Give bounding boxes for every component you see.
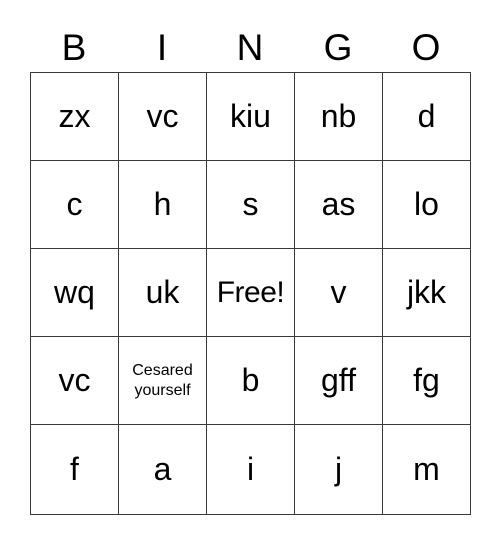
bingo-cell[interactable]: fg <box>383 337 471 425</box>
bingo-cell[interactable]: v <box>295 249 383 337</box>
bingo-cell[interactable]: j <box>295 425 383 515</box>
bingo-cell[interactable]: lo <box>383 161 471 249</box>
bingo-cell-label: i <box>246 450 255 487</box>
bingo-cell-label: Free! <box>216 275 285 309</box>
bingo-cell-label: gff <box>321 361 356 398</box>
bingo-cell[interactable]: gff <box>295 337 383 425</box>
bingo-cell[interactable]: i <box>207 425 295 515</box>
bingo-cell[interactable]: nb <box>295 73 383 161</box>
bingo-cell[interactable]: f <box>31 425 119 515</box>
bingo-cell-label: d <box>417 97 436 134</box>
bingo-cell-label: kiu <box>230 97 271 134</box>
bingo-cell[interactable]: c <box>31 161 119 249</box>
bingo-cell[interactable]: a <box>119 425 207 515</box>
bingo-cell-label: v <box>330 273 347 310</box>
bingo-cell[interactable]: zx <box>31 73 119 161</box>
bingo-card: B I N G O zx vc kiu nb d c h s as lo wq … <box>30 22 471 515</box>
bingo-cell-label: fg <box>413 361 440 398</box>
bingo-row: wq uk Free! v jkk <box>31 249 471 337</box>
bingo-cell-label: nb <box>320 97 357 134</box>
bingo-cell-label: uk <box>145 273 180 310</box>
bingo-cell[interactable]: uk <box>119 249 207 337</box>
bingo-cell[interactable]: m <box>383 425 471 515</box>
bingo-header-letter-g: G <box>323 26 353 68</box>
bingo-cell[interactable]: b <box>207 337 295 425</box>
bingo-cell-label: as <box>321 185 356 222</box>
bingo-cell[interactable]: s <box>207 161 295 249</box>
bingo-cell[interactable]: kiu <box>207 73 295 161</box>
bingo-cell-label: b <box>241 361 260 398</box>
bingo-cell[interactable]: h <box>119 161 207 249</box>
bingo-cell-label: wq <box>54 273 95 310</box>
bingo-row: f a i j m <box>31 425 471 515</box>
bingo-row: zx vc kiu nb d <box>31 73 471 161</box>
bingo-cell[interactable]: vc <box>31 337 119 425</box>
bingo-cell-label: m <box>413 450 440 487</box>
bingo-cell-label: Cesared yourself <box>132 361 193 399</box>
bingo-cell-label: c <box>66 185 83 222</box>
bingo-header-letter-o: O <box>411 26 441 68</box>
bingo-header-row: B I N G O <box>30 22 470 72</box>
bingo-header-letter-n: N <box>236 26 264 68</box>
bingo-row: c h s as lo <box>31 161 471 249</box>
bingo-cell[interactable]: wq <box>31 249 119 337</box>
bingo-cell-label: h <box>153 185 172 222</box>
bingo-cell-label: vc <box>146 97 179 134</box>
bingo-cell-label: vc <box>58 361 91 398</box>
bingo-cell-free[interactable]: Free! <box>207 249 295 337</box>
bingo-cell-label: s <box>242 185 259 222</box>
bingo-cell-label: j <box>334 450 343 487</box>
bingo-cell-label: lo <box>414 185 439 222</box>
bingo-grid: zx vc kiu nb d c h s as lo wq uk Free! v… <box>30 72 471 515</box>
bingo-row: vc Cesared yourself b gff fg <box>31 337 471 425</box>
bingo-cell-label: zx <box>58 97 91 134</box>
bingo-cell-label: jkk <box>406 273 447 310</box>
bingo-header-letter-i: I <box>156 26 168 68</box>
bingo-cell[interactable]: jkk <box>383 249 471 337</box>
bingo-cell-label: a <box>153 450 172 487</box>
bingo-cell[interactable]: d <box>383 73 471 161</box>
bingo-cell[interactable]: vc <box>119 73 207 161</box>
bingo-cell[interactable]: as <box>295 161 383 249</box>
bingo-cell-label: f <box>70 450 79 487</box>
bingo-header-letter-b: B <box>61 26 87 68</box>
bingo-cell[interactable]: Cesared yourself <box>119 337 207 425</box>
